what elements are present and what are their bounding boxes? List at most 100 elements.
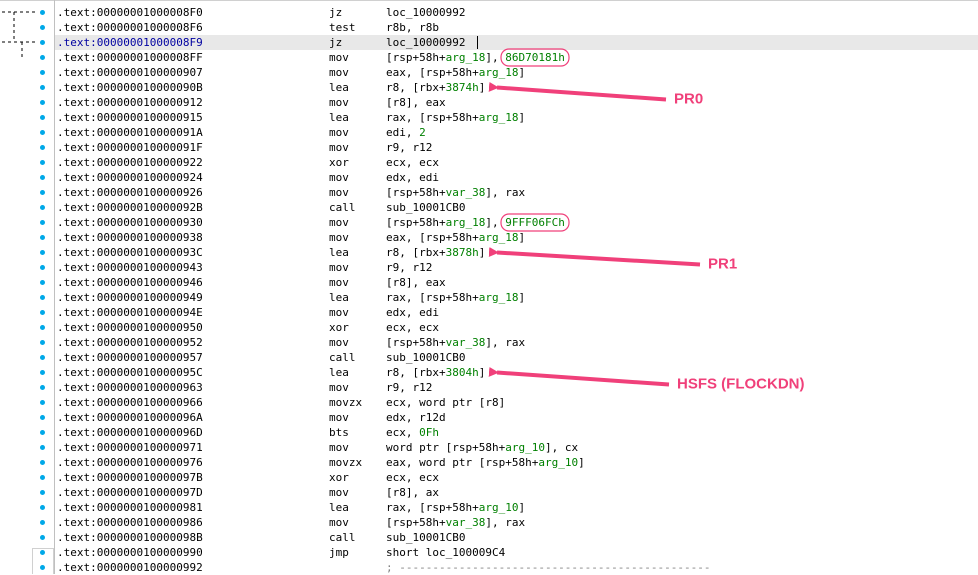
breakpoint-dot[interactable] — [40, 85, 45, 90]
instruction-row[interactable]: .text:00000001000008FF mov [rsp+58h+arg_18… — [55, 50, 978, 65]
instruction-row[interactable]: .text:0000000100000952 mov [rsp+58h+var_38… — [55, 335, 978, 350]
instruction-row[interactable]: .text:000000010000091F mov r9, r12 — [55, 140, 978, 155]
breakpoint-dot[interactable] — [40, 115, 45, 120]
breakpoint-dot[interactable] — [40, 415, 45, 420]
instruction-row[interactable]: .text:0000000100000943 mov r9, r12 — [55, 260, 978, 275]
breakpoint-dot[interactable] — [40, 475, 45, 480]
instruction-row[interactable]: .text:0000000100000907 mov eax, [rsp+58h+a… — [55, 65, 978, 80]
breakpoint-dot[interactable] — [40, 340, 45, 345]
breakpoint-dot[interactable] — [40, 445, 45, 450]
instruction-row[interactable]: .text:0000000100000915 lea rax, [rsp+58h+a… — [55, 110, 978, 125]
instruction-row[interactable]: .text:000000010000098B call sub_10001CB0 — [55, 530, 978, 545]
breakpoint-dot[interactable] — [40, 310, 45, 315]
breakpoint-dot[interactable] — [40, 385, 45, 390]
operand-token: r9, r12 — [386, 381, 433, 394]
instruction-row[interactable]: .text:000000010000094E mov edx, edi — [55, 305, 978, 320]
instruction-address: .text:0000000100000952 — [57, 336, 203, 349]
instruction-row[interactable]: .text:0000000100000950 xor ecx, ecx — [55, 320, 978, 335]
instruction-mnemonic: mov — [329, 171, 349, 184]
instruction-row[interactable]: .text:0000000100000949 lea rax, [rsp+58h+a… — [55, 290, 978, 305]
instruction-address: .text:0000000100000981 — [57, 501, 203, 514]
breakpoint-dot[interactable] — [40, 25, 45, 30]
instruction-row[interactable]: .text:000000010000092B call sub_10001CB0 — [55, 200, 978, 215]
breakpoint-dot[interactable] — [40, 295, 45, 300]
instruction-address: .text:0000000100000971 — [57, 441, 203, 454]
instruction-row[interactable]: .text:0000000100000992 ; ----------------… — [55, 560, 978, 575]
breakpoint-dot[interactable] — [40, 130, 45, 135]
instruction-mnemonic: mov — [329, 306, 349, 319]
instruction-row[interactable]: .text:000000010000093C lea r8, [rbx+3878h] — [55, 245, 978, 260]
breakpoint-dot[interactable] — [40, 490, 45, 495]
instruction-row[interactable]: .text:0000000100000930 mov [rsp+58h+arg_18… — [55, 215, 978, 230]
instruction-row[interactable]: .text:0000000100000946 mov [r8], eax — [55, 275, 978, 290]
instruction-row[interactable]: .text:000000010000097D mov [r8], ax — [55, 485, 978, 500]
breakpoint-dot[interactable] — [40, 400, 45, 405]
operand-token: ], — [485, 216, 506, 229]
instruction-row[interactable]: .text:00000001000008F9 jz loc_10000992 — [55, 35, 978, 50]
instruction-row[interactable]: .text:0000000100000957 call sub_10001CB0 — [55, 350, 978, 365]
breakpoint-dot[interactable] — [40, 40, 45, 45]
instruction-row[interactable]: .text:0000000100000990 jmp short loc_10000… — [55, 545, 978, 560]
operand-token-highlight: arg_10 — [538, 456, 579, 469]
breakpoint-dot[interactable] — [40, 220, 45, 225]
breakpoint-dot[interactable] — [40, 280, 45, 285]
instruction-mnemonic: jz — [329, 6, 343, 19]
breakpoint-dot[interactable] — [40, 250, 45, 255]
instruction-row[interactable]: .text:0000000100000966 movzx ecx, word ptr… — [55, 395, 978, 410]
instruction-row[interactable]: .text:0000000100000976 movzx eax, word ptr… — [55, 455, 978, 470]
instruction-row[interactable]: .text:000000010000091A mov edi, 2 — [55, 125, 978, 140]
instruction-row[interactable]: .text:000000010000096A mov edx, r12d — [55, 410, 978, 425]
breakpoint-dot[interactable] — [40, 355, 45, 360]
operand-token-highlight: 9FFF06FCh — [505, 216, 565, 229]
instruction-address: .text:0000000100000924 — [57, 171, 203, 184]
instruction-mnemonic: xor — [329, 156, 349, 169]
instruction-row[interactable]: .text:0000000100000971 mov word ptr [rsp+5… — [55, 440, 978, 455]
operand-token-highlight: arg_18 — [445, 51, 486, 64]
operand-token-highlight: 3874h — [445, 81, 479, 94]
operand-token: [rsp+58h+ — [386, 51, 446, 64]
instruction-row[interactable]: .text:0000000100000986 mov [rsp+58h+var_38… — [55, 515, 978, 530]
breakpoint-dot[interactable] — [40, 55, 45, 60]
instruction-operands: [r8], eax — [386, 95, 446, 110]
instruction-address: .text:000000010000096D — [57, 426, 203, 439]
operand-token: ] — [478, 366, 486, 379]
breakpoint-dot[interactable] — [40, 265, 45, 270]
instruction-mnemonic: movzx — [329, 396, 363, 409]
breakpoint-dot[interactable] — [40, 145, 45, 150]
instruction-row[interactable]: .text:0000000100000922 xor ecx, ecx — [55, 155, 978, 170]
breakpoint-dot[interactable] — [40, 70, 45, 75]
instruction-address: .text:000000010000091A — [57, 126, 203, 139]
instruction-row[interactable]: .text:00000001000008F6 test r8b, r8b — [55, 20, 978, 35]
instruction-row[interactable]: .text:0000000100000912 mov [r8], eax — [55, 95, 978, 110]
breakpoint-dot[interactable] — [40, 160, 45, 165]
breakpoint-dot[interactable] — [40, 535, 45, 540]
instruction-row[interactable]: .text:0000000100000938 mov eax, [rsp+58h+a… — [55, 230, 978, 245]
breakpoint-dot[interactable] — [40, 175, 45, 180]
instruction-mnemonic: mov — [329, 66, 349, 79]
breakpoint-gutter[interactable] — [40, 0, 48, 574]
instruction-row[interactable]: .text:000000010000095C lea r8, [rbx+3804h] — [55, 365, 978, 380]
instruction-row[interactable]: .text:0000000100000924 mov edx, edi — [55, 170, 978, 185]
breakpoint-dot[interactable] — [40, 430, 45, 435]
instruction-row[interactable]: .text:000000010000097B xor ecx, ecx — [55, 470, 978, 485]
breakpoint-dot[interactable] — [40, 10, 45, 15]
instruction-operands: r9, r12 — [386, 380, 432, 395]
breakpoint-dot[interactable] — [40, 460, 45, 465]
breakpoint-dot[interactable] — [40, 370, 45, 375]
breakpoint-dot[interactable] — [40, 190, 45, 195]
instruction-row[interactable]: .text:000000010000090B lea r8, [rbx+3874h] — [55, 80, 978, 95]
breakpoint-dot[interactable] — [40, 235, 45, 240]
instruction-row[interactable]: .text:0000000100000926 mov [rsp+58h+var_38… — [55, 185, 978, 200]
breakpoint-dot[interactable] — [40, 205, 45, 210]
breakpoint-dot[interactable] — [40, 325, 45, 330]
instruction-operands: short loc_100009C4 — [386, 545, 505, 560]
instruction-row[interactable]: .text:0000000100000981 lea rax, [rsp+58h+a… — [55, 500, 978, 515]
instruction-row[interactable]: .text:000000010000096D bts ecx, 0Fh — [55, 425, 978, 440]
disassembly-view[interactable]: .text:00000001000008F0 jz loc_10000992 .tex… — [0, 0, 978, 574]
instruction-row[interactable]: .text:00000001000008F0 jz loc_10000992 — [55, 5, 978, 20]
breakpoint-dot[interactable] — [40, 520, 45, 525]
breakpoint-dot[interactable] — [40, 505, 45, 510]
breakpoint-dot[interactable] — [40, 100, 45, 105]
instruction-row[interactable]: .text:0000000100000963 mov r9, r12 — [55, 380, 978, 395]
instruction-operands: r9, r12 — [386, 260, 432, 275]
